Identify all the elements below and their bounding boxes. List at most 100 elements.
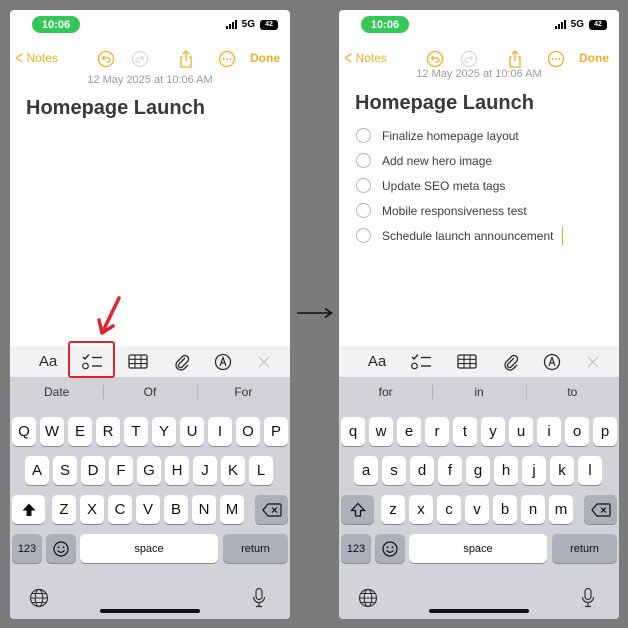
- done-button[interactable]: Done: [250, 51, 280, 65]
- key[interactable]: Z: [52, 495, 76, 524]
- space-key[interactable]: space: [80, 534, 218, 563]
- suggestion-item[interactable]: in: [432, 377, 525, 407]
- key[interactable]: I: [208, 417, 232, 446]
- checkbox-circle-icon[interactable]: [356, 178, 371, 193]
- key[interactable]: f: [438, 456, 462, 485]
- key[interactable]: M: [220, 495, 244, 524]
- key[interactable]: C: [108, 495, 132, 524]
- checklist-item-text[interactable]: Schedule launch announcement: [382, 229, 553, 243]
- key[interactable]: o: [565, 417, 589, 446]
- key[interactable]: p: [593, 417, 617, 446]
- attachment-icon[interactable]: [499, 346, 523, 377]
- redo-icon[interactable]: [458, 48, 480, 70]
- checklist-item-text[interactable]: Finalize homepage layout: [382, 129, 519, 143]
- key[interactable]: u: [509, 417, 533, 446]
- suggestion-item[interactable]: Of: [103, 377, 196, 407]
- more-icon[interactable]: [216, 48, 238, 70]
- suggestion-item[interactable]: for: [339, 377, 432, 407]
- key[interactable]: G: [137, 456, 161, 485]
- key[interactable]: b: [493, 495, 517, 524]
- key[interactable]: D: [81, 456, 105, 485]
- key[interactable]: e: [397, 417, 421, 446]
- done-button[interactable]: Done: [579, 51, 609, 65]
- key[interactable]: a: [354, 456, 378, 485]
- back-button[interactable]: < Notes: [343, 49, 387, 67]
- key[interactable]: S: [53, 456, 77, 485]
- key[interactable]: W: [40, 417, 64, 446]
- markup-icon[interactable]: [212, 346, 234, 377]
- key[interactable]: k: [550, 456, 574, 485]
- delete-key[interactable]: [255, 495, 288, 524]
- share-icon[interactable]: [175, 48, 197, 70]
- share-icon[interactable]: [504, 48, 526, 70]
- key[interactable]: V: [136, 495, 160, 524]
- key[interactable]: P: [264, 417, 288, 446]
- key[interactable]: l: [578, 456, 602, 485]
- key[interactable]: i: [537, 417, 561, 446]
- checklist-item-text[interactable]: Update SEO meta tags: [382, 179, 505, 193]
- close-icon[interactable]: [254, 346, 274, 377]
- key[interactable]: T: [124, 417, 148, 446]
- key[interactable]: r: [425, 417, 449, 446]
- key[interactable]: c: [437, 495, 461, 524]
- key[interactable]: H: [165, 456, 189, 485]
- key[interactable]: s: [382, 456, 406, 485]
- shift-key[interactable]: [12, 495, 45, 524]
- checkbox-circle-icon[interactable]: [356, 128, 371, 143]
- space-key[interactable]: space: [409, 534, 547, 563]
- format-text-icon[interactable]: Aa: [37, 346, 59, 377]
- key[interactable]: N: [192, 495, 216, 524]
- suggestion-item[interactable]: For: [196, 377, 290, 407]
- emoji-key[interactable]: [46, 534, 76, 563]
- globe-icon[interactable]: [29, 588, 49, 608]
- key[interactable]: K: [221, 456, 245, 485]
- key[interactable]: g: [466, 456, 490, 485]
- key[interactable]: q: [341, 417, 365, 446]
- numbers-key[interactable]: 123: [341, 534, 371, 563]
- note-title[interactable]: Homepage Launch: [355, 92, 534, 115]
- key[interactable]: t: [453, 417, 477, 446]
- microphone-icon[interactable]: [251, 587, 267, 609]
- key[interactable]: X: [80, 495, 104, 524]
- key[interactable]: R: [96, 417, 120, 446]
- key[interactable]: v: [465, 495, 489, 524]
- attachment-icon[interactable]: [170, 346, 194, 377]
- key[interactable]: E: [68, 417, 92, 446]
- key[interactable]: F: [109, 456, 133, 485]
- key[interactable]: z: [381, 495, 405, 524]
- key[interactable]: A: [25, 456, 49, 485]
- markup-icon[interactable]: [541, 346, 563, 377]
- key[interactable]: m: [549, 495, 573, 524]
- table-icon[interactable]: [455, 346, 479, 377]
- more-icon[interactable]: [545, 48, 567, 70]
- checkbox-circle-icon[interactable]: [356, 203, 371, 218]
- key[interactable]: y: [481, 417, 505, 446]
- checklist-item-text[interactable]: Add new hero image: [382, 154, 492, 168]
- key[interactable]: n: [521, 495, 545, 524]
- delete-key[interactable]: [584, 495, 617, 524]
- shift-key[interactable]: [341, 495, 374, 524]
- return-key[interactable]: return: [223, 534, 288, 563]
- key[interactable]: L: [249, 456, 273, 485]
- undo-icon[interactable]: [95, 48, 117, 70]
- checkbox-circle-icon[interactable]: [356, 228, 371, 243]
- key[interactable]: O: [236, 417, 260, 446]
- checkbox-circle-icon[interactable]: [356, 153, 371, 168]
- back-button[interactable]: < Notes: [14, 49, 58, 67]
- key[interactable]: Y: [152, 417, 176, 446]
- format-text-icon[interactable]: Aa: [366, 346, 388, 377]
- key[interactable]: h: [494, 456, 518, 485]
- checklist-item-text[interactable]: Mobile responsiveness test: [382, 204, 527, 218]
- emoji-key[interactable]: [375, 534, 405, 563]
- globe-icon[interactable]: [358, 588, 378, 608]
- key[interactable]: w: [369, 417, 393, 446]
- key[interactable]: J: [193, 456, 217, 485]
- table-icon[interactable]: [126, 346, 150, 377]
- key[interactable]: Q: [12, 417, 36, 446]
- key[interactable]: j: [522, 456, 546, 485]
- return-key[interactable]: return: [552, 534, 617, 563]
- close-icon[interactable]: [583, 346, 603, 377]
- numbers-key[interactable]: 123: [12, 534, 42, 563]
- redo-icon[interactable]: [129, 48, 151, 70]
- checklist-icon[interactable]: [408, 346, 434, 377]
